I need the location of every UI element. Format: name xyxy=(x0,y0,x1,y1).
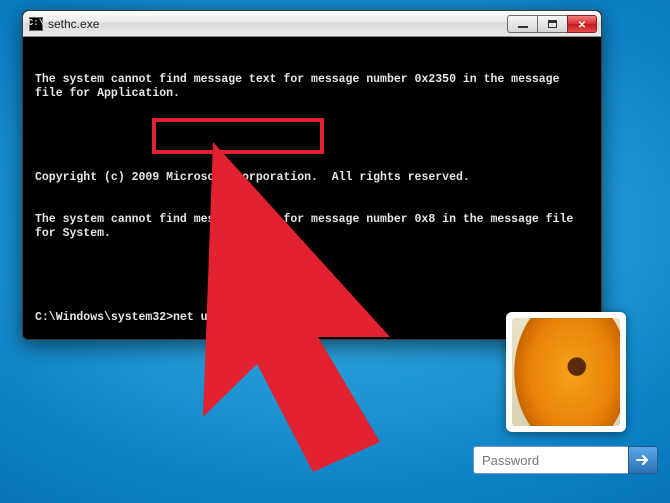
console-line: The system cannot find message text for … xyxy=(35,213,589,241)
login-panel: Password xyxy=(473,312,658,474)
console-output: The system cannot find message text for … xyxy=(29,41,595,333)
console-line xyxy=(35,129,589,143)
close-icon xyxy=(578,15,586,33)
avatar-image xyxy=(512,318,620,426)
arrow-right-icon xyxy=(635,452,651,468)
minimize-button[interactable] xyxy=(507,15,537,33)
window-title: sethc.exe xyxy=(48,17,507,31)
user-avatar[interactable] xyxy=(506,312,626,432)
console-line: The system cannot find message text for … xyxy=(35,73,589,101)
console-line: Copyright (c) 2009 Microsoft Corporation… xyxy=(35,171,589,185)
close-button[interactable] xyxy=(567,15,597,33)
window-controls xyxy=(507,15,597,33)
password-input[interactable]: Password xyxy=(473,446,628,474)
titlebar[interactable]: C:\ sethc.exe xyxy=(23,11,601,37)
console-line xyxy=(35,269,589,283)
console-window: C:\ sethc.exe The system cannot find mes… xyxy=(22,10,602,340)
maximize-button[interactable] xyxy=(537,15,567,33)
cmd-icon: C:\ xyxy=(29,17,43,31)
submit-button[interactable] xyxy=(628,446,658,474)
